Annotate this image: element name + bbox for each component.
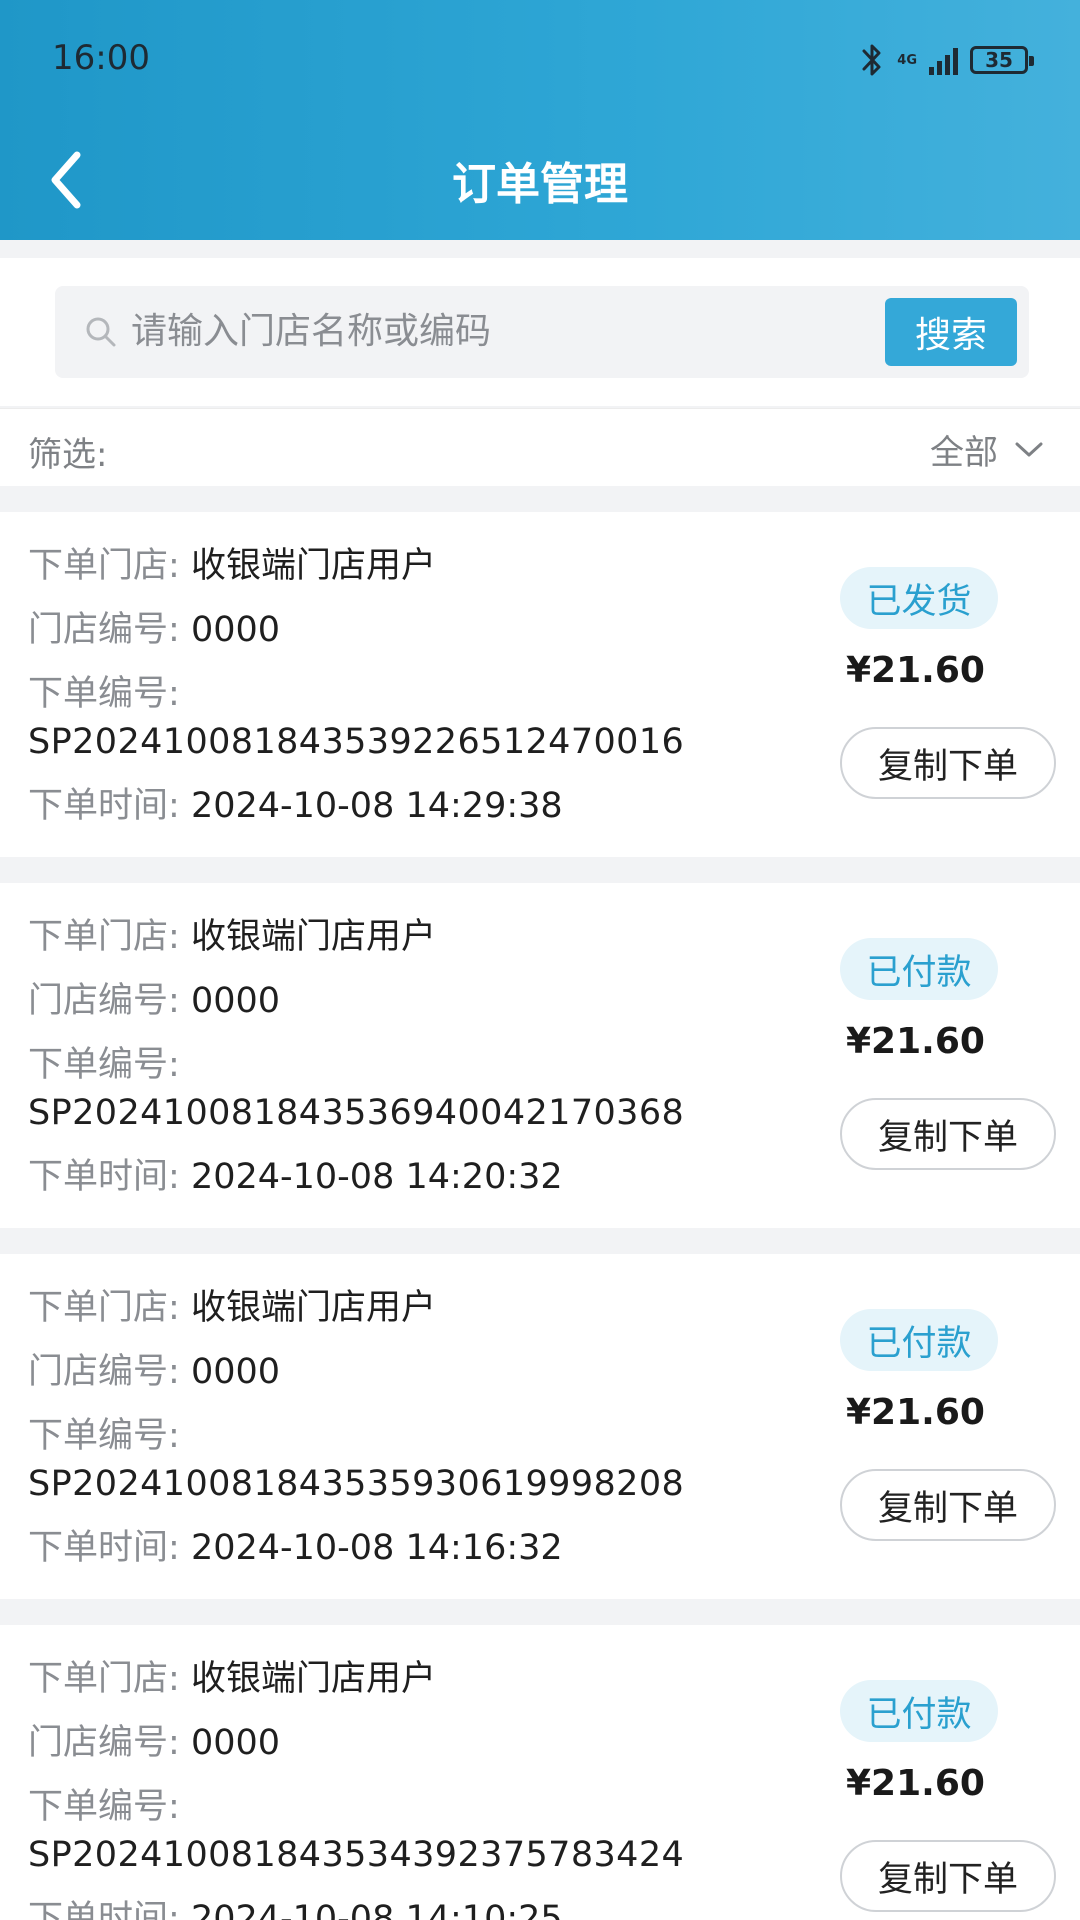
store-code-label: 门店编号: (28, 1723, 180, 1763)
order-time: 2024-10-08 14:20:32 (190, 1157, 563, 1197)
copy-order-button[interactable]: 复制下单 (840, 1469, 1056, 1541)
order-time-row: 下单时间: 2024-10-08 14:16:32 (28, 1524, 563, 1572)
search-button[interactable]: 搜索 (885, 298, 1017, 366)
network-type-label: 4G (897, 52, 917, 68)
status-badge: 已发货 (840, 567, 998, 629)
search-icon (86, 317, 116, 347)
store-label: 下单门店: (28, 917, 180, 957)
store-code-row: 门店编号: 0000 (28, 606, 280, 654)
store-name: 收银端门店用户 (190, 546, 436, 586)
battery-icon: 35 (970, 46, 1034, 74)
order-price: ¥21.60 (846, 1021, 985, 1062)
status-icons: 4G 35 (859, 40, 1034, 80)
order-no-row: 下单编号: (28, 1041, 180, 1089)
order-time: 2024-10-08 14:10:25 (190, 1899, 563, 1920)
order-time-row: 下单时间: 2024-10-08 14:10:25 (28, 1895, 563, 1920)
store-code: 0000 (190, 1352, 281, 1392)
status-time: 16:00 (52, 38, 150, 78)
store-code: 0000 (190, 981, 281, 1021)
order-no-label: 下单编号: (28, 674, 180, 714)
order-no-row: 下单编号: (28, 670, 180, 718)
order-time-label: 下单时间: (28, 1899, 180, 1920)
store-name-row: 下单门店: 收银端门店用户 (28, 542, 436, 590)
order-time: 2024-10-08 14:29:38 (190, 786, 563, 826)
status-badge: 已付款 (840, 938, 998, 1000)
page-title: 订单管理 (452, 159, 628, 210)
order-time-label: 下单时间: (28, 1157, 180, 1197)
store-label: 下单门店: (28, 1659, 180, 1699)
order-time-label: 下单时间: (28, 1528, 180, 1568)
order-time: 2024-10-08 14:16:32 (190, 1528, 563, 1568)
store-name-row: 下单门店: 收银端门店用户 (28, 1655, 436, 1703)
order-card[interactable]: 下单门店: 收银端门店用户 门店编号: 0000 下单编号: SP2024100… (0, 512, 1080, 857)
order-time-label: 下单时间: (28, 786, 180, 826)
store-name-row: 下单门店: 收银端门店用户 (28, 913, 436, 961)
copy-order-button[interactable]: 复制下单 (840, 1840, 1056, 1912)
app-header: 16:00 4G 35 订单管理 (0, 0, 1080, 240)
order-price: ¥21.60 (846, 650, 985, 691)
store-code-label: 门店编号: (28, 610, 180, 650)
signal-icon (929, 45, 958, 75)
store-code-label: 门店编号: (28, 1352, 180, 1392)
order-number: SP202410081843535930619998208 (28, 1464, 685, 1504)
copy-order-button[interactable]: 复制下单 (840, 1098, 1056, 1170)
order-time-row: 下单时间: 2024-10-08 14:20:32 (28, 1153, 563, 1201)
order-number: SP202410081843534392375783424 (28, 1835, 685, 1875)
chevron-down-icon (1015, 442, 1043, 456)
order-price: ¥21.60 (846, 1763, 985, 1804)
order-no-label: 下单编号: (28, 1416, 180, 1456)
order-no-row: 下单编号: (28, 1783, 180, 1831)
store-code: 0000 (190, 1723, 281, 1763)
store-name: 收银端门店用户 (190, 1288, 436, 1328)
search-input[interactable] (131, 300, 711, 362)
order-no-label: 下单编号: (28, 1045, 180, 1085)
bluetooth-icon (862, 44, 881, 76)
store-label: 下单门店: (28, 546, 180, 586)
search-box: 搜索 (55, 286, 1029, 378)
status-badge: 已付款 (840, 1309, 998, 1371)
store-code: 0000 (190, 610, 281, 650)
filter-dropdown[interactable]: 全部 (930, 425, 1044, 474)
filter-label: 筛选: (28, 435, 108, 475)
order-time-row: 下单时间: 2024-10-08 14:29:38 (28, 782, 563, 830)
store-name: 收银端门店用户 (190, 1659, 436, 1699)
copy-order-button[interactable]: 复制下单 (840, 727, 1056, 799)
order-no-row: 下单编号: (28, 1412, 180, 1460)
order-list: 下单门店: 收银端门店用户 门店编号: 0000 下单编号: SP2024100… (0, 512, 1080, 1920)
order-card[interactable]: 下单门店: 收银端门店用户 门店编号: 0000 下单编号: SP2024100… (0, 1254, 1080, 1599)
battery-level: 35 (985, 48, 1013, 72)
search-section: 搜索 (0, 258, 1080, 406)
order-number: SP202410081843539226512470016 (28, 722, 685, 762)
order-card[interactable]: 下单门店: 收银端门店用户 门店编号: 0000 下单编号: SP2024100… (0, 1625, 1080, 1920)
store-name: 收银端门店用户 (190, 917, 436, 957)
filter-row: 筛选: 全部 (0, 408, 1080, 486)
order-card[interactable]: 下单门店: 收银端门店用户 门店编号: 0000 下单编号: SP2024100… (0, 883, 1080, 1228)
store-code-row: 门店编号: 0000 (28, 1348, 280, 1396)
order-no-label: 下单编号: (28, 1787, 180, 1827)
store-code-row: 门店编号: 0000 (28, 1719, 280, 1767)
store-code-row: 门店编号: 0000 (28, 977, 280, 1025)
order-number: SP202410081843536940042170368 (28, 1093, 685, 1133)
order-price: ¥21.60 (846, 1392, 985, 1433)
status-bar: 16:00 4G 35 (0, 0, 1080, 120)
status-badge: 已付款 (840, 1680, 998, 1742)
store-code-label: 门店编号: (28, 981, 180, 1021)
store-name-row: 下单门店: 收银端门店用户 (28, 1284, 436, 1332)
filter-selected-value: 全部 (930, 433, 998, 473)
store-label: 下单门店: (28, 1288, 180, 1328)
